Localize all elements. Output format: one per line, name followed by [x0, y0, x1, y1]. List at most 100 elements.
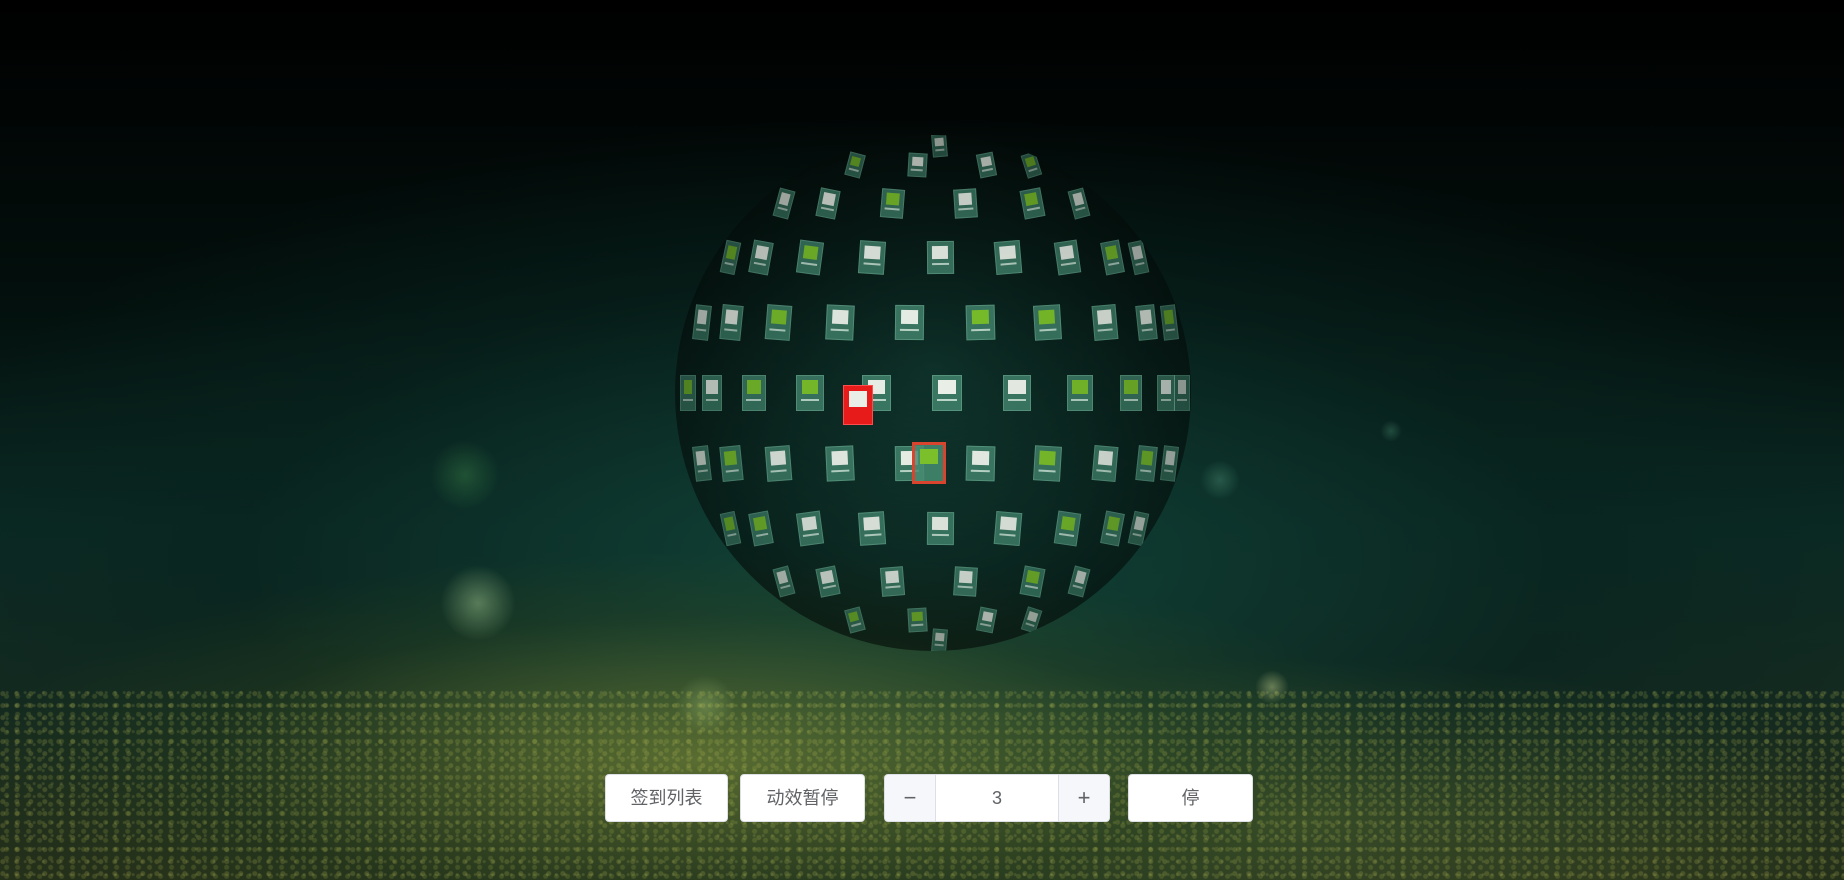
participant-avatar	[1060, 515, 1077, 531]
participant-tile	[1135, 444, 1158, 482]
participant-name-line	[683, 399, 693, 402]
participant-avatar	[938, 380, 957, 395]
photo-sphere-tiles	[675, 135, 1191, 651]
participant-name-line	[885, 586, 901, 590]
participant-name-line	[777, 207, 788, 212]
participant-tile	[1159, 304, 1179, 341]
participant-name-line	[727, 532, 738, 537]
selected-participant-tile	[912, 442, 946, 484]
participant-tile	[1033, 304, 1063, 341]
participant-name-line	[801, 399, 819, 402]
participant-avatar	[850, 156, 862, 168]
participant-name-line	[1096, 468, 1112, 473]
participant-avatar	[831, 450, 849, 466]
participant-name-line	[851, 623, 862, 628]
participant-name-line	[1039, 327, 1057, 332]
participant-name-line	[931, 263, 950, 266]
increment-button[interactable]: +	[1058, 775, 1109, 821]
participant-tile	[1119, 375, 1143, 411]
participant-avatar	[972, 450, 990, 465]
participant-tile	[1067, 187, 1091, 221]
participant-name-line	[724, 262, 735, 267]
participant-tile	[692, 445, 712, 482]
participant-tile	[1127, 240, 1150, 276]
participant-tile	[702, 375, 722, 411]
stop-button[interactable]: 停	[1128, 774, 1253, 822]
participant-tile	[719, 444, 744, 482]
participant-tile	[1054, 510, 1082, 547]
participant-name-line	[1024, 585, 1038, 590]
participant-tile	[1054, 239, 1082, 276]
participant-name-line	[1038, 468, 1057, 472]
participant-tile	[931, 628, 949, 651]
participant-avatar	[911, 611, 923, 622]
participant-name-line	[1123, 399, 1139, 402]
participant-avatar	[982, 611, 994, 623]
winner-count-input[interactable]	[936, 775, 1058, 821]
participant-tile	[857, 510, 886, 546]
participant-tile	[1019, 187, 1045, 221]
participant-tile	[795, 510, 824, 547]
participant-avatar	[885, 193, 901, 206]
participant-tile	[880, 188, 906, 220]
participant-avatar	[1131, 245, 1143, 260]
participant-avatar	[920, 449, 938, 465]
bokeh-light	[1380, 420, 1402, 442]
participant-name-line	[999, 532, 1016, 537]
participant-name-line	[1165, 327, 1175, 332]
participant-avatar	[935, 632, 945, 642]
participant-tile	[748, 239, 774, 276]
participant-avatar	[1027, 610, 1039, 623]
participant-avatar	[1105, 245, 1119, 261]
participant-tile	[741, 375, 766, 411]
participant-name-line	[1135, 262, 1145, 267]
highlighted-participant-tile	[843, 385, 873, 425]
participant-avatar	[725, 309, 739, 325]
participant-avatar	[935, 137, 945, 147]
participant-name-line	[971, 469, 990, 472]
participant-tile	[825, 445, 855, 482]
participant-tile	[926, 241, 954, 275]
participant-tile	[1159, 445, 1179, 482]
participant-tile	[844, 151, 866, 180]
pause-effect-button[interactable]: 动效暂停	[740, 774, 865, 822]
participant-tile	[1091, 303, 1119, 342]
participant-avatar	[724, 515, 736, 531]
participant-tile	[976, 606, 999, 635]
participant-avatar	[1024, 192, 1038, 207]
participant-tile	[1135, 304, 1158, 342]
participant-avatar	[1164, 450, 1175, 466]
participant-avatar	[885, 571, 900, 584]
participant-tile	[880, 566, 906, 598]
participant-name-line	[971, 328, 991, 331]
winner-count-stepper: − +	[884, 774, 1110, 822]
participant-name-line	[831, 468, 850, 472]
participant-avatar	[683, 380, 693, 395]
participant-name-line	[911, 169, 924, 172]
participant-name-line	[1007, 399, 1027, 402]
lottery-stage: 签到列表 动效暂停 − + 停	[0, 0, 1844, 880]
participant-avatar	[863, 515, 880, 530]
participant-tile	[844, 606, 866, 635]
participant-name-line	[982, 168, 994, 173]
participant-avatar	[1107, 515, 1121, 531]
participant-name-line	[1075, 207, 1086, 212]
participant-avatar	[1096, 309, 1112, 325]
signin-list-button[interactable]: 签到列表	[605, 774, 728, 822]
participant-tile	[1127, 510, 1150, 546]
participant-name-line	[753, 262, 767, 267]
participant-avatar	[958, 193, 973, 206]
participant-avatar	[1071, 192, 1084, 207]
participant-avatar	[912, 156, 924, 167]
participant-avatar	[696, 450, 707, 466]
participant-avatar	[776, 570, 789, 585]
participant-avatar	[863, 245, 881, 260]
decrement-button[interactable]: −	[885, 775, 936, 821]
participant-tile	[748, 510, 774, 547]
participant-tile	[720, 510, 742, 546]
participant-avatar	[1039, 309, 1056, 325]
bokeh-light	[430, 440, 500, 510]
participant-avatar	[1177, 380, 1187, 395]
participant-avatar	[706, 380, 718, 395]
participant-avatar	[801, 515, 817, 531]
